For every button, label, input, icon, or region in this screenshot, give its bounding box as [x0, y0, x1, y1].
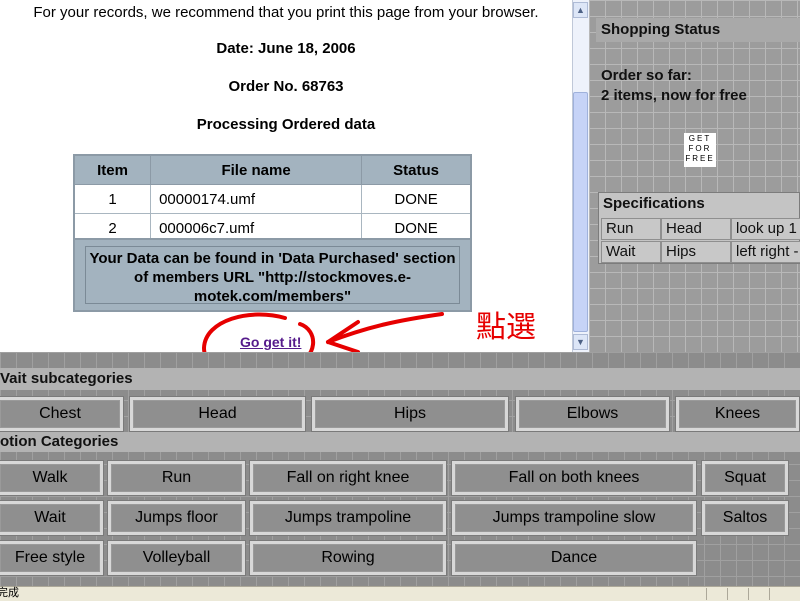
- scroll-thumb[interactable]: [573, 92, 588, 332]
- column-header-file-name: File name: [150, 154, 363, 185]
- category-button-dance[interactable]: Dance: [451, 540, 697, 576]
- data-location-notice: Your Data can be found in 'Data Purchase…: [73, 238, 472, 312]
- motion-categories-header: otion Categories: [0, 432, 800, 452]
- button-label: Fall on both knees: [455, 464, 693, 492]
- button-label: Jumps trampoline slow: [455, 504, 693, 532]
- button-label: Walk: [0, 464, 100, 492]
- status-separator: [727, 588, 728, 600]
- spec-motion-cell: left right -: [731, 241, 800, 263]
- category-button-rowing[interactable]: Rowing: [249, 540, 447, 576]
- item-number-cell: 1: [73, 184, 152, 214]
- data-location-text: Your Data can be found in 'Data Purchase…: [85, 246, 460, 305]
- column-header-item: Item: [73, 154, 152, 185]
- vertical-scrollbar[interactable]: ▲ ▼: [572, 0, 589, 352]
- spec-category-cell: Run: [601, 218, 661, 240]
- go-get-it-link[interactable]: Go get it!: [240, 334, 301, 350]
- status-text: 完成: [0, 587, 19, 599]
- category-button-saltos[interactable]: Saltos: [701, 500, 789, 536]
- status-separator: [748, 588, 749, 600]
- spec-motion-cell: look up 1: [731, 218, 800, 240]
- specifications-box: Specifications Run Head look up 1 Wait H…: [598, 192, 800, 264]
- button-label: Wait: [0, 504, 100, 532]
- get-for-free-line: FREE: [685, 154, 715, 163]
- button-label: Saltos: [705, 504, 785, 532]
- table-row: 1 00000174.umf DONE: [73, 184, 472, 214]
- shopping-status-header: Shopping Status: [596, 18, 800, 42]
- category-button-jumps-floor[interactable]: Jumps floor: [107, 500, 246, 536]
- spec-part-cell: Hips: [661, 241, 731, 263]
- category-button-walk[interactable]: Walk: [0, 460, 104, 496]
- category-button-fall-on-both-knees[interactable]: Fall on both knees: [451, 460, 697, 496]
- get-for-free-line: GET: [688, 134, 712, 143]
- category-button-run[interactable]: Run: [107, 460, 246, 496]
- button-label: Jumps floor: [111, 504, 242, 532]
- category-button-fall-on-right-knee[interactable]: Fall on right knee: [249, 460, 447, 496]
- subcategory-button-elbows[interactable]: Elbows: [515, 396, 670, 432]
- order-so-far-label: Order so far:: [601, 67, 692, 84]
- button-label: Hips: [315, 400, 505, 428]
- specifications-title: Specifications: [603, 195, 705, 212]
- category-area: Vait subcategories Chest Head Hips Elbow…: [0, 352, 800, 586]
- shopping-side-panel: [589, 0, 800, 352]
- records-note: For your records, we recommend that you …: [33, 4, 539, 21]
- button-label: Knees: [679, 400, 796, 428]
- get-for-free-line: FOR: [688, 144, 712, 153]
- table-header-row: Item File name Status: [73, 154, 472, 185]
- button-label: Fall on right knee: [253, 464, 443, 492]
- order-so-far-summary: 2 items, now for free: [601, 87, 747, 104]
- button-label: Jumps trampoline: [253, 504, 443, 532]
- browser-status-bar: 完成: [0, 586, 800, 601]
- button-label: Run: [111, 464, 242, 492]
- button-label: Volleyball: [111, 544, 242, 572]
- category-button-volleyball[interactable]: Volleyball: [107, 540, 246, 576]
- button-label: Free style: [0, 544, 100, 572]
- order-so-far: Order so far: 2 items, now for free: [601, 66, 747, 106]
- order-date: Date: June 18, 2006: [216, 40, 356, 57]
- scroll-down-arrow-icon[interactable]: ▼: [573, 334, 588, 350]
- processing-title: Processing Ordered data: [196, 116, 376, 133]
- get-for-free-button[interactable]: GET FOR FREE: [684, 133, 716, 167]
- category-button-free-style[interactable]: Free style: [0, 540, 104, 576]
- order-number: Order No. 68763: [228, 78, 344, 95]
- button-label: Rowing: [253, 544, 443, 572]
- status-cell: DONE: [361, 184, 472, 214]
- file-name-cell: 00000174.umf: [150, 184, 363, 214]
- order-table: Item File name Status 1 00000174.umf DON…: [73, 154, 472, 244]
- annotation-text: 點選: [476, 310, 536, 345]
- subcategory-button-knees[interactable]: Knees: [675, 396, 800, 432]
- button-label: Dance: [455, 544, 693, 572]
- scroll-up-arrow-icon[interactable]: ▲: [573, 2, 588, 18]
- button-label: Head: [133, 400, 302, 428]
- wait-subcategories-header: Vait subcategories: [0, 368, 800, 390]
- button-label: Elbows: [519, 400, 666, 428]
- order-confirmation-pane: For your records, we recommend that you …: [0, 0, 572, 352]
- subcategory-button-chest[interactable]: Chest: [0, 396, 124, 432]
- status-separator: [706, 588, 707, 600]
- spec-part-cell: Head: [661, 218, 731, 240]
- subcategory-button-hips[interactable]: Hips: [311, 396, 509, 432]
- category-button-wait[interactable]: Wait: [0, 500, 104, 536]
- button-label: Chest: [0, 400, 120, 428]
- subcategory-button-head[interactable]: Head: [129, 396, 306, 432]
- category-button-jumps-trampoline[interactable]: Jumps trampoline: [249, 500, 447, 536]
- spec-category-cell: Wait: [601, 241, 661, 263]
- column-header-status: Status: [361, 154, 472, 185]
- button-label: Squat: [705, 464, 785, 492]
- category-button-squat[interactable]: Squat: [701, 460, 789, 496]
- category-button-jumps-trampoline-slow[interactable]: Jumps trampoline slow: [451, 500, 697, 536]
- status-separator: [769, 588, 770, 600]
